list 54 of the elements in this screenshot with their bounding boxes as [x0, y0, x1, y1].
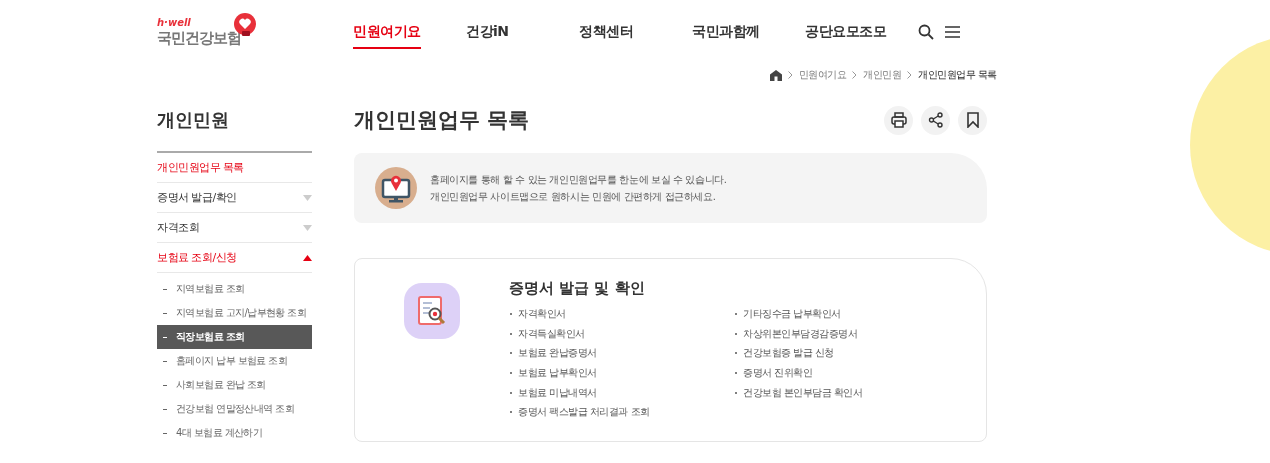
sidebar-subitem[interactable]: 건강보험 연말정산내역 조회 [157, 397, 312, 421]
sidebar-item[interactable]: 증명서 발급/확인 [157, 183, 312, 213]
share-icon [927, 112, 944, 128]
sidebar-item[interactable]: 자격조회 [157, 213, 312, 243]
nav-tab[interactable]: 민원여기요 [353, 15, 421, 49]
sidebar-subitem[interactable]: 직장보험료 조회 [157, 325, 312, 349]
bookmark-icon [965, 112, 980, 128]
home-icon[interactable] [769, 69, 782, 81]
info-text: 홈페이지를 통해 할 수 있는 개인민원업무를 한눈에 보실 수 있습니다. [430, 173, 727, 187]
service-link[interactable]: 자격득실확인서 [518, 326, 585, 341]
info-text: 개인민원업무 사이트맵으로 원하시는 민원에 간편하게 접근하세요. [430, 190, 717, 204]
print-button[interactable] [884, 105, 913, 135]
sidebar-item[interactable]: 보험료 조회/신청 [157, 243, 312, 273]
sidebar-title: 개인민원 [157, 100, 312, 153]
page-title: 개인민원업무 목록 [354, 107, 530, 134]
breadcrumb-link[interactable]: 개인민원 [863, 68, 902, 82]
service-link[interactable]: 기타징수금 납부확인서 [743, 306, 841, 321]
chevron-icon [787, 71, 793, 79]
sidebar-subitem[interactable]: 지역보험료 조회 [157, 277, 312, 301]
service-link[interactable]: 보험료 완납증명서 [518, 346, 597, 361]
service-link[interactable]: 보험료 미납내역서 [518, 385, 597, 400]
nav-tab[interactable]: 건강iN [466, 15, 509, 49]
menu-icon[interactable] [945, 26, 960, 38]
monitor-pin-icon [375, 167, 417, 209]
bookmark-button[interactable] [958, 105, 987, 135]
search-icon[interactable] [918, 24, 934, 40]
service-link[interactable]: 건강보험 본인부담금 확인서 [743, 385, 863, 400]
sidebar-item[interactable]: 개인민원업무 목록 [157, 153, 312, 183]
service-link[interactable]: 자격확인서 [518, 306, 566, 321]
nav-tab[interactable]: 공단요모조모 [805, 15, 886, 49]
nav-tab[interactable]: 정책센터 [579, 15, 633, 49]
sidebar-subitem[interactable]: 사회보험료 완납 조회 [157, 373, 312, 397]
chevron-icon [852, 71, 858, 79]
service-link[interactable]: 증명서 팩스발급 처리결과 조회 [518, 405, 650, 420]
logo-tagline: h·well [157, 17, 191, 28]
share-button[interactable] [921, 105, 950, 135]
category-title: 증명서 발급 및 확인 [509, 279, 646, 298]
document-magnifier-icon [404, 283, 460, 339]
nav-tab[interactable]: 국민과함께 [692, 15, 760, 49]
breadcrumb-link[interactable]: 개인민원업무 목록 [918, 68, 997, 82]
expand-arrow-icon [303, 194, 312, 201]
service-link[interactable]: 차상위본인부담경감증명서 [743, 326, 857, 341]
service-link[interactable]: 건강보험증 발급 신청 [743, 346, 834, 361]
expand-arrow-icon [303, 224, 312, 231]
service-link[interactable]: 증명서 진위확인 [743, 365, 813, 380]
print-icon [890, 112, 907, 128]
sidebar-subitem[interactable]: 지역보험료 고지/납부현황 조회 [157, 301, 312, 325]
breadcrumb-link[interactable]: 민원여기요 [798, 68, 847, 82]
chevron-icon [907, 71, 913, 79]
sidebar-subitem[interactable]: 홈페이지 납부 보험료 조회 [157, 349, 312, 373]
sidebar-subitem[interactable]: 4대 보험료 계산하기 [157, 421, 312, 445]
collapse-arrow-icon [303, 254, 312, 261]
logo-text[interactable]: 국민건강보험 [157, 29, 241, 48]
service-link[interactable]: 보험료 납부확인서 [518, 365, 597, 380]
